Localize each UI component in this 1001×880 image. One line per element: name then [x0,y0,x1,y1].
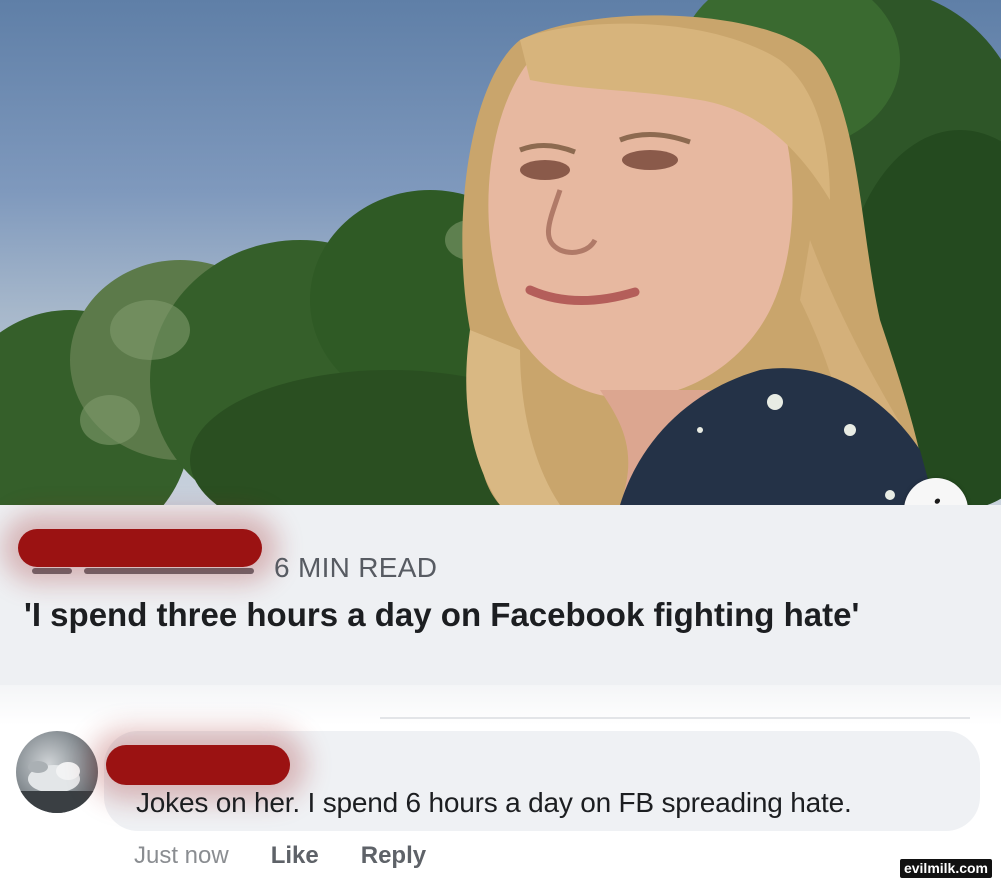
watermark: evilmilk.com [900,859,992,878]
comment-timestamp[interactable]: Just now [134,842,229,870]
hero-photo-illustration [0,0,1001,505]
commenter-avatar[interactable] [16,731,98,813]
comment-actions: Just now Like Reply [134,842,468,870]
redacted-commenter-name [106,745,290,785]
reply-button[interactable]: Reply [361,842,426,870]
comment-text: Jokes on her. I spend 6 hours a day on F… [136,787,852,818]
article-hero-image[interactable]: i [0,0,1001,505]
like-button[interactable]: Like [271,842,319,870]
article-headline[interactable]: 'I spend three hours a day on Facebook f… [24,595,924,635]
read-time-label: 6 MIN READ [274,552,438,583]
divider [380,717,970,719]
redacted-source-name [18,529,262,567]
link-preview-card[interactable]: 6 MIN READ 'I spend three hours a day on… [0,505,1001,685]
info-glyph: i [931,494,942,506]
avatar-image [16,761,98,813]
card-divider-area [0,685,1001,725]
